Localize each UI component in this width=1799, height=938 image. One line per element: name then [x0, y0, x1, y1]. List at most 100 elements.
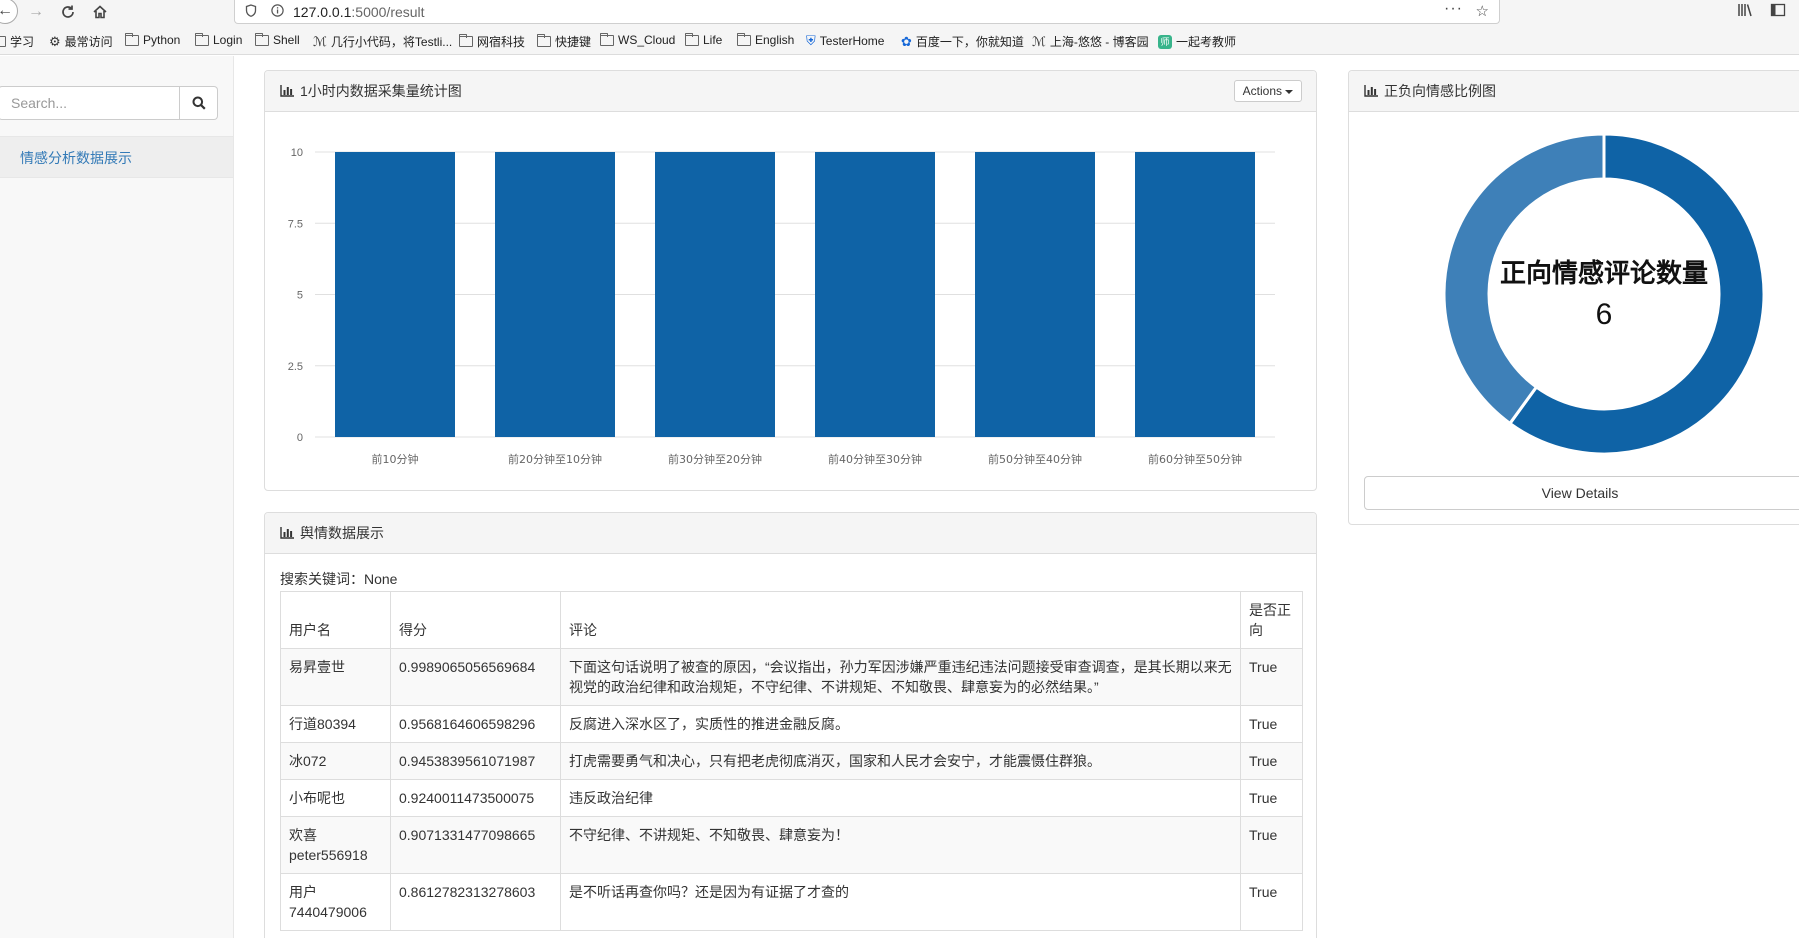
opinion-table-panel: 舆情数据展示 搜索关键词：None 用户名 得分 评论 是否正向 易昇壹世 0.9… — [264, 512, 1317, 938]
cell-username: 行道80394 — [280, 705, 391, 743]
cell-positive: True — [1240, 705, 1303, 743]
bar — [655, 152, 775, 437]
donut-chart-area: 正向情感评论数量 6 — [1349, 112, 1799, 482]
folder-icon — [459, 34, 473, 47]
y-tick-label: 2.5 — [288, 361, 303, 373]
bookmark-item[interactable]: Login — [195, 32, 242, 47]
bookmark-item[interactable]: ℳ 几行小代码，将Testli... — [313, 33, 452, 50]
bar-chart-icon — [1364, 85, 1378, 97]
table-row: 冰072 0.9453839561071987 打虎需要勇气和决心，只有把老虎彻底消… — [280, 742, 1303, 780]
bookmark-item[interactable]: ℳ 上海-悠悠 - 博客园 — [1032, 33, 1149, 50]
shield-icon[interactable] — [245, 4, 257, 20]
column-header-user: 用户名 — [280, 591, 391, 649]
sidebar-item-sentiment-analysis[interactable]: 情感分析数据展示 — [0, 136, 233, 178]
cell-username: 冰072 — [280, 742, 391, 780]
table-row: 用户7440479006 0.8612782313278603 是不听话再查你吗？还… — [280, 873, 1303, 931]
cell-comment: 下面这句话说明了被查的原因，“会议指出，孙力军因涉嫌严重违纪违法问题接受审查调查… — [560, 648, 1241, 706]
cell-score: 0.9989065056569684 — [390, 648, 561, 706]
bar — [815, 152, 935, 437]
donut-center-label: 正向情感评论数量 — [1500, 258, 1708, 289]
sidebar: 情感分析数据展示 — [0, 56, 234, 938]
x-tick-label: 前20分钟至10分钟 — [508, 452, 602, 466]
site-info-icon[interactable] — [271, 4, 284, 20]
bookmarks-bar: 学习 ⚙ 最常访问 Python Login Shell ℳ 几行小代码，将Test… — [0, 25, 1799, 55]
gear-icon: ⚙ — [49, 33, 61, 49]
y-tick-label: 5 — [297, 290, 303, 302]
x-tick-label: 前60分钟至50分钟 — [1148, 452, 1242, 466]
cell-comment: 打虎需要勇气和决心，只有把老虎彻底消灭，国家和人民才会安宁，才能震慑住群狼。 — [560, 742, 1241, 780]
blog-logo-icon: ℳ — [313, 33, 327, 49]
folder-icon — [685, 32, 699, 46]
bookmark-item[interactable]: Life — [685, 32, 722, 47]
bar — [495, 152, 615, 437]
search-keyword-line: 搜索关键词：None — [280, 571, 398, 587]
cell-positive: True — [1240, 779, 1303, 817]
reload-icon[interactable] — [57, 1, 79, 23]
y-tick-label: 7.5 — [288, 218, 303, 230]
folder-icon — [600, 32, 614, 46]
column-header-comment: 评论 — [560, 591, 1241, 649]
bookmark-item[interactable]: 学习 — [0, 33, 34, 50]
x-tick-label: 前40分钟至30分钟 — [828, 452, 922, 466]
url-text[interactable]: 127.0.0.1:5000/result — [293, 4, 425, 20]
view-details-button[interactable]: View Details — [1364, 476, 1799, 510]
column-header-positive: 是否正向 — [1240, 591, 1303, 649]
home-icon[interactable] — [89, 1, 111, 23]
cell-comment: 违反政治纪律 — [560, 779, 1241, 817]
table-row: 行道80394 0.9568164606598296 反腐进入深水区了，实质性的推进… — [280, 705, 1303, 743]
more-actions-icon[interactable]: ··· — [1444, 0, 1463, 18]
bar-chart-panel: 1小时内数据采集量统计图 Actions 0 2.5 5 7.5 10 前10分钟 前20分… — [264, 70, 1317, 491]
donut-center-value: 6 — [1596, 298, 1613, 331]
bookmark-item[interactable]: ⛨ TesterHome — [806, 33, 884, 49]
cell-score: 0.8612782313278603 — [390, 873, 561, 931]
blog-logo-icon: ℳ — [1032, 33, 1046, 49]
address-bar[interactable]: 127.0.0.1:5000/result ··· ☆ — [234, 0, 1500, 24]
bookmark-item[interactable]: WS_Cloud — [600, 32, 675, 47]
bookmark-item[interactable]: ✿ 百度一下，你就知道 — [901, 33, 1024, 50]
cell-username: 用户7440479006 — [280, 873, 391, 931]
bar-chart-icon — [280, 85, 294, 97]
bookmark-item[interactable]: Shell — [255, 32, 300, 47]
actions-dropdown-button[interactable]: Actions — [1233, 80, 1302, 102]
cell-positive: True — [1240, 648, 1303, 706]
testerhome-shield-icon: ⛨ — [806, 33, 816, 48]
bookmark-item[interactable]: English — [737, 32, 794, 47]
folder-icon — [195, 32, 209, 46]
search-button[interactable] — [180, 86, 218, 120]
donut-chart-panel: 正负向情感比例图 正向情感评论数量 6 View Details — [1348, 70, 1799, 525]
cell-username: 易昇壹世 — [280, 648, 391, 706]
sidebar-toggle-icon[interactable] — [1770, 2, 1786, 22]
bookmark-item[interactable]: ⚙ 最常访问 — [49, 33, 113, 50]
bookmark-item[interactable]: 网宿科技 — [459, 33, 525, 50]
x-tick-label: 前50分钟至40分钟 — [988, 452, 1082, 466]
cell-username: 小布呢也 — [280, 779, 391, 817]
table-row: 欢喜peter556918 0.9071331477098665 不守纪律、不讲规矩… — [280, 816, 1303, 874]
opinion-table: 用户名 得分 评论 是否正向 易昇壹世 0.9989065056569684 下面这… — [280, 591, 1303, 931]
cell-score: 0.9240011473500075 — [390, 779, 561, 817]
bar-chart-title: 1小时内数据采集量统计图 — [300, 83, 462, 99]
forward-arrow-icon[interactable]: → — [25, 1, 47, 23]
cell-positive: True — [1240, 816, 1303, 874]
caret-down-icon — [1285, 89, 1293, 94]
search-input[interactable] — [0, 86, 180, 120]
teacher-logo-icon: 师 — [1158, 34, 1172, 49]
library-icon[interactable] — [1737, 2, 1753, 22]
table-body: 搜索关键词：None 用户名 得分 评论 是否正向 易昇壹世 0.99890650… — [265, 554, 1316, 938]
x-tick-label: 前30分钟至20分钟 — [668, 452, 762, 466]
bookmark-item[interactable]: Python — [125, 32, 180, 47]
donut-chart-title: 正负向情感比例图 — [1384, 83, 1496, 99]
x-tick-label: 前10分钟 — [372, 452, 419, 466]
search-group — [0, 86, 218, 120]
panel-heading: 正负向情感比例图 — [1349, 71, 1799, 112]
cell-comment: 不守纪律、不讲规矩、不知敬畏、肆意妄为！ — [560, 816, 1241, 874]
search-icon — [192, 96, 206, 110]
bookmark-item[interactable]: 师一起考教师 — [1158, 33, 1236, 50]
bookmark-item[interactable]: 快捷键 — [537, 33, 591, 50]
bar — [335, 152, 455, 437]
back-arrow-icon[interactable]: ← — [0, 0, 18, 24]
panel-heading: 1小时内数据采集量统计图 Actions — [265, 71, 1316, 112]
bookmark-star-icon[interactable]: ☆ — [1476, 2, 1489, 20]
panel-heading: 舆情数据展示 — [265, 513, 1316, 554]
cell-score: 0.9453839561071987 — [390, 742, 561, 780]
browser-toolbar: ← → 127.0.0.1:5000/result ··· ☆ — [0, 0, 1799, 25]
